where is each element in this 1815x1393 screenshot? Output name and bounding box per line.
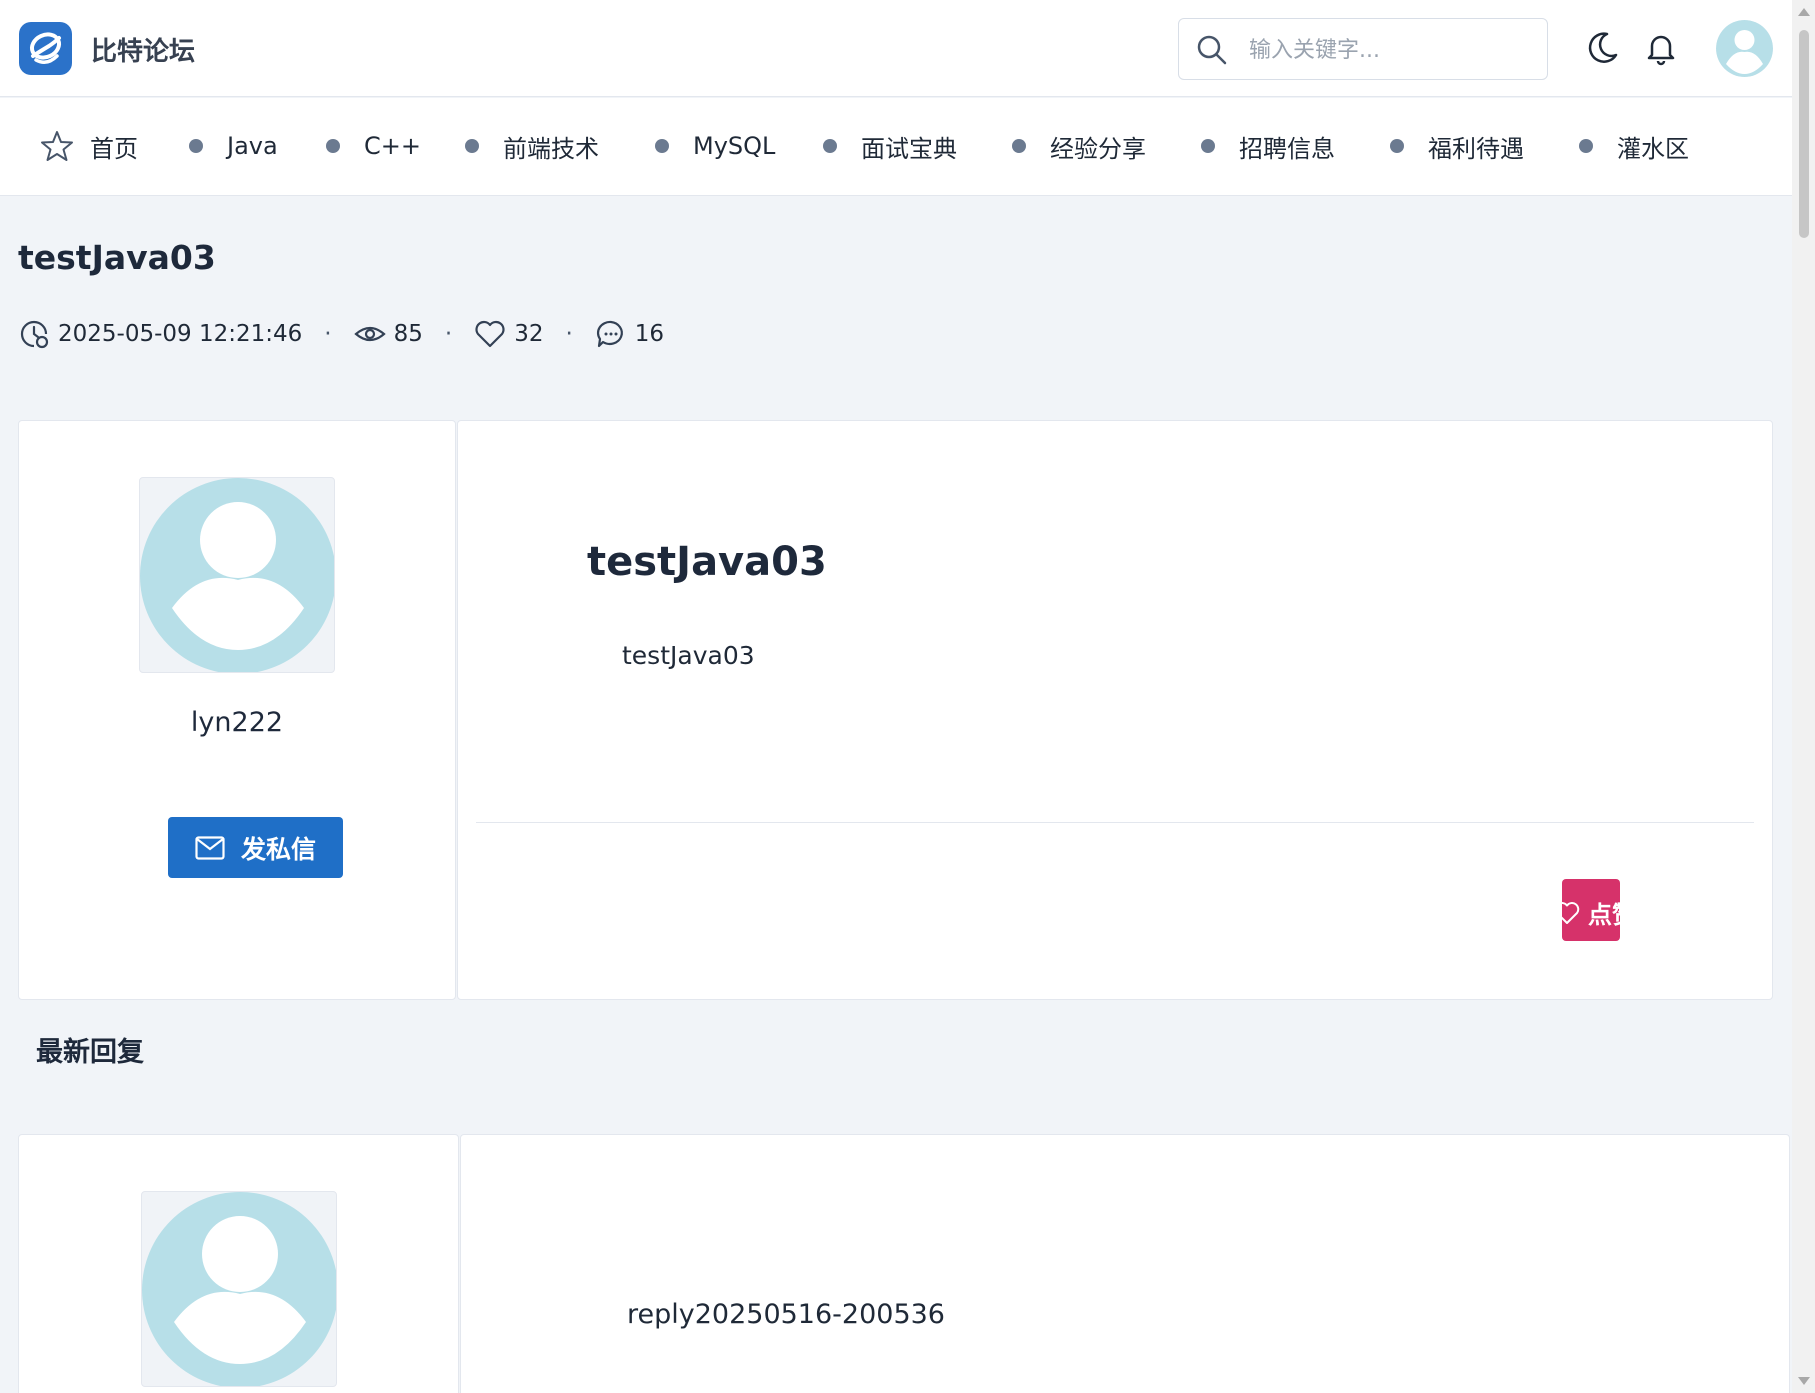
bullet-dot-icon: [1579, 139, 1593, 153]
heart-icon: [474, 318, 506, 350]
nav-item-frontend[interactable]: 前端技术: [465, 126, 599, 166]
scroll-thumb[interactable]: [1799, 30, 1809, 238]
logo-icon[interactable]: [19, 22, 72, 75]
send-message-label: 发私信: [240, 835, 316, 864]
search-input[interactable]: [1249, 33, 1529, 67]
nav-label: MySQL: [693, 132, 776, 160]
user-avatar[interactable]: [1716, 20, 1773, 77]
nav-label: 福利待遇: [1428, 134, 1524, 163]
nav-item-mysql[interactable]: MySQL: [655, 126, 775, 166]
post-datetime: 2025-05-09 12:21:46: [58, 321, 303, 347]
nav-item-benefits[interactable]: 福利待遇: [1390, 126, 1524, 166]
post-heading: testJava03: [587, 539, 827, 585]
nav-label: 招聘信息: [1239, 134, 1335, 163]
nav-item-jobs[interactable]: 招聘信息: [1201, 126, 1335, 166]
nav-label: 经验分享: [1050, 134, 1146, 163]
post-meta: 2025-05-09 12:21:46 · 85 · 32 · 16: [18, 314, 664, 354]
nav-label: Java: [227, 132, 278, 160]
dark-mode-moon-icon[interactable]: [1582, 28, 1622, 68]
mail-icon: [195, 835, 225, 860]
like-label: 点赞: [1588, 901, 1620, 929]
reply-author-avatar[interactable]: [141, 1191, 337, 1387]
bullet-dot-icon: [1012, 139, 1026, 153]
reply-body: reply20250516-200536: [627, 1299, 945, 1330]
nav-item-java[interactable]: Java: [189, 126, 278, 166]
author-name[interactable]: lyn222: [19, 707, 455, 738]
scroll-up-icon[interactable]: [1798, 8, 1810, 16]
bullet-dot-icon: [1201, 139, 1215, 153]
nav-label: 首页: [90, 134, 138, 163]
brand-name[interactable]: 比特论坛: [91, 31, 195, 68]
eye-icon: [353, 318, 386, 350]
nav-label: C++: [364, 132, 421, 160]
author-avatar[interactable]: [139, 477, 335, 673]
like-button[interactable]: 点赞: [1562, 879, 1620, 941]
star-icon: [40, 129, 74, 163]
nav-label: 面试宝典: [861, 134, 957, 163]
view-count: 85: [393, 321, 423, 347]
heart-icon: [1562, 901, 1580, 924]
nav-item-home[interactable]: 首页: [40, 126, 138, 166]
replies-section-title: 最新回复: [36, 1037, 144, 1068]
bullet-dot-icon: [655, 139, 669, 153]
comment-count: 16: [634, 321, 665, 347]
page-title: testJava03: [18, 238, 216, 277]
nav-item-cpp[interactable]: C++: [326, 126, 421, 166]
scroll-down-icon[interactable]: [1798, 1377, 1810, 1385]
nav-item-experience[interactable]: 经验分享: [1012, 126, 1146, 166]
nav-label: 前端技术: [503, 134, 599, 163]
send-message-button[interactable]: 发私信: [168, 817, 343, 878]
like-count: 32: [514, 321, 544, 347]
post-content-card: testJava03 testJava03 点赞: [457, 420, 1773, 1000]
bullet-dot-icon: [465, 139, 479, 153]
nav-item-interview[interactable]: 面试宝典: [823, 126, 957, 166]
search-box[interactable]: [1178, 18, 1548, 80]
post-body: testJava03: [622, 641, 755, 670]
nav-label: 灌水区: [1617, 134, 1689, 163]
page-scrollbar[interactable]: [1792, 0, 1815, 1393]
comment-icon: [595, 318, 627, 350]
author-card: lyn222 发私信: [18, 420, 456, 1000]
divider: [476, 822, 1754, 823]
notification-bell-icon[interactable]: [1641, 28, 1681, 68]
bullet-dot-icon: [823, 139, 837, 153]
clock-icon: [18, 318, 50, 350]
nav-item-offtopic[interactable]: 灌水区: [1579, 126, 1689, 166]
reply-author-card: [18, 1134, 459, 1393]
bullet-dot-icon: [189, 139, 203, 153]
bullet-dot-icon: [1390, 139, 1404, 153]
reply-content-card: reply20250516-200536: [460, 1134, 1790, 1393]
search-icon: [1195, 33, 1229, 71]
bullet-dot-icon: [326, 139, 340, 153]
category-nav: 首页 Java C++ 前端技术 MySQL 面试宝典 经验分享 招聘信息 福利…: [0, 98, 1792, 196]
top-header: 比特论坛: [0, 0, 1792, 97]
